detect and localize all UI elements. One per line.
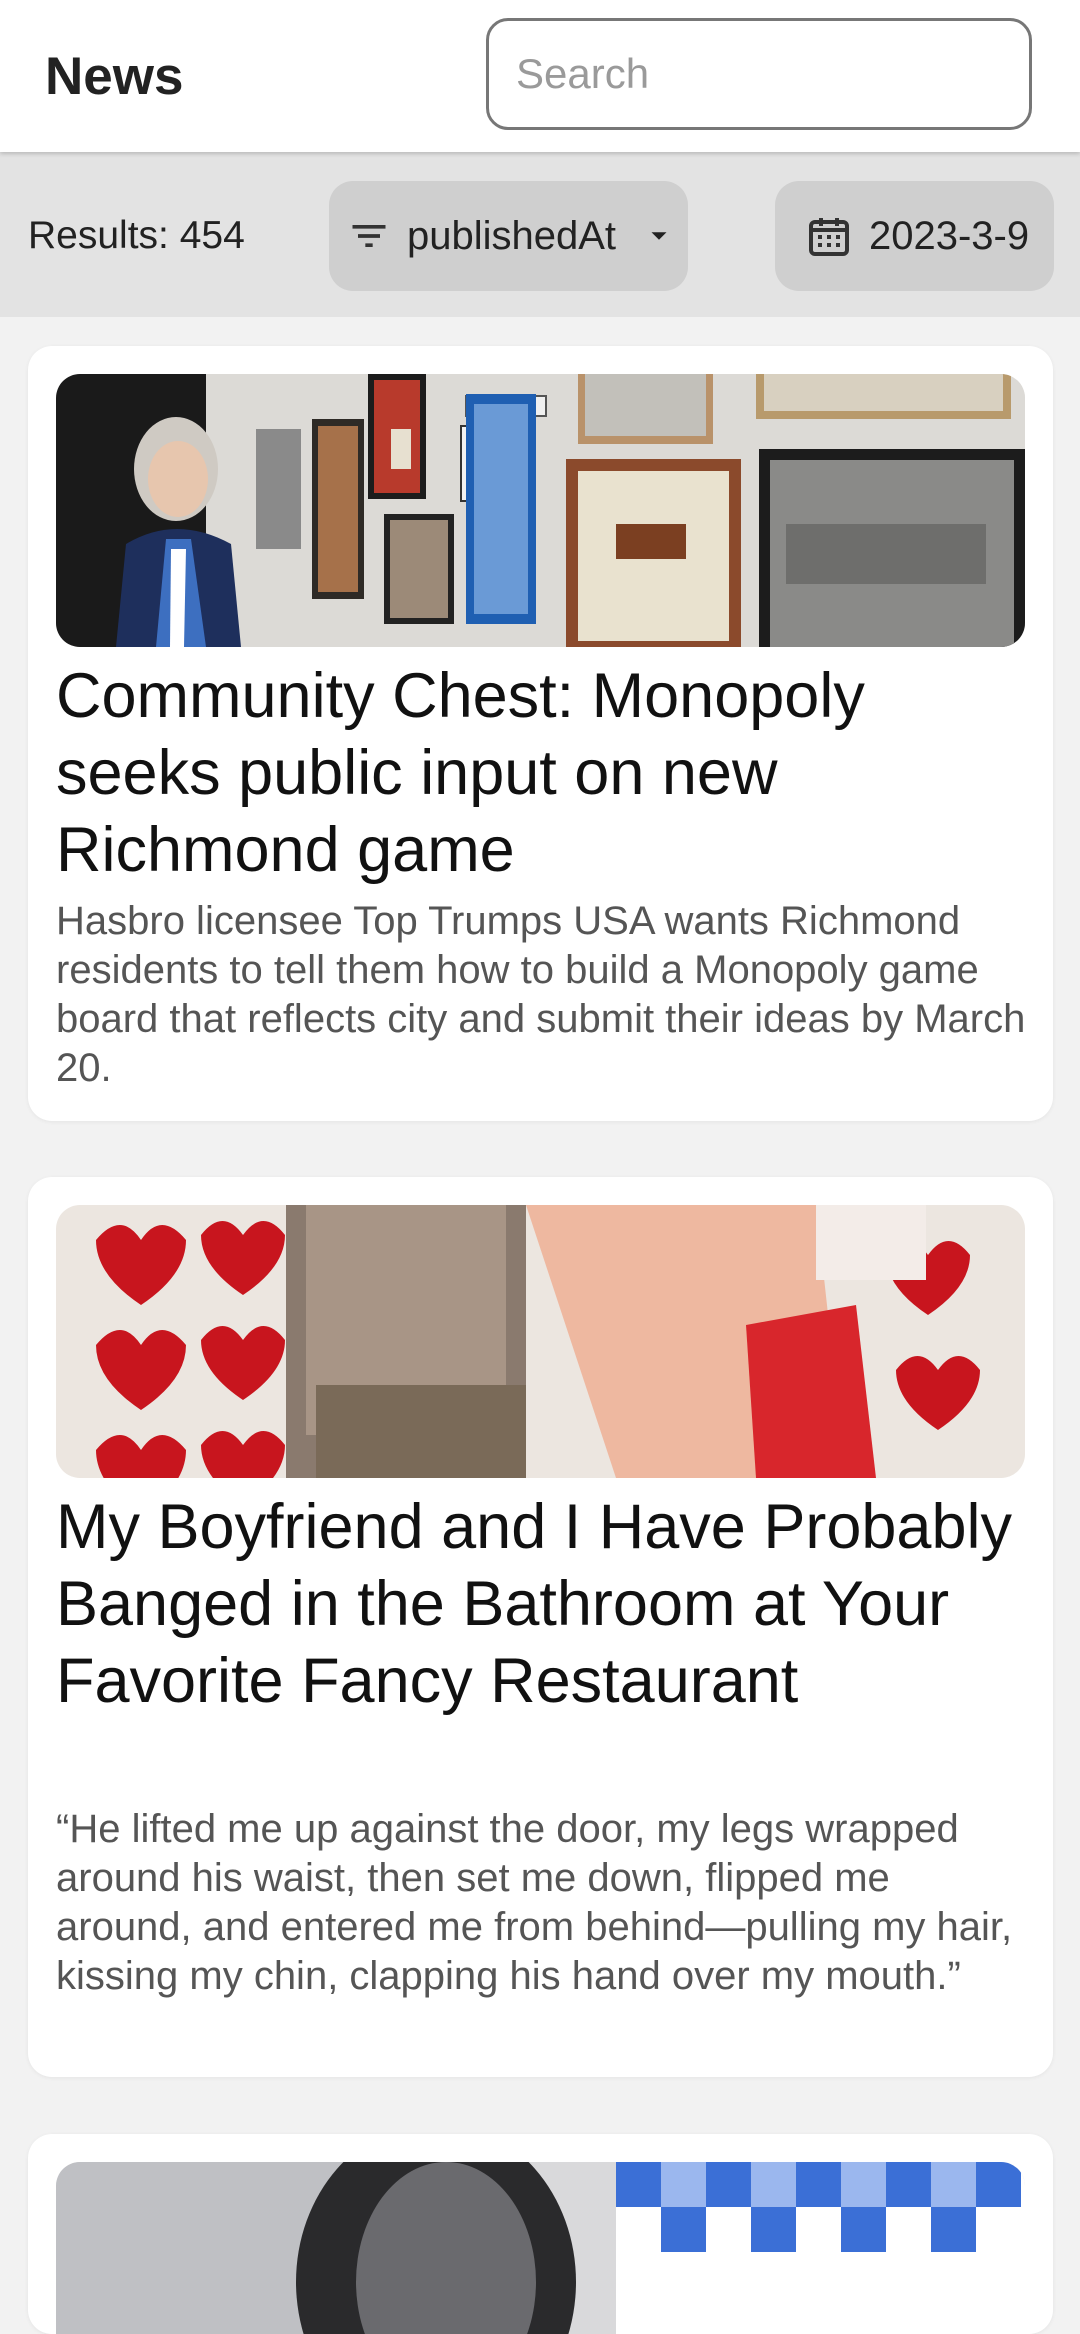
sort-dropdown-button[interactable]: publishedAt xyxy=(329,181,688,291)
filter-bar: Results: 454 publishedAt 2023-3-9 xyxy=(0,152,1080,317)
article-image xyxy=(56,374,1025,647)
app-bar: News xyxy=(0,0,1080,152)
article-description: Hasbro licensee Top Trumps USA wants Ric… xyxy=(56,899,1026,1090)
article-title: My Boyfriend and I Have Probably Banged … xyxy=(56,1492,1012,1716)
article-card[interactable]: Community Chest: Monopoly seeks public i… xyxy=(28,346,1053,1121)
article-card[interactable] xyxy=(28,2134,1053,2334)
article-image xyxy=(56,2162,1025,2334)
article-card[interactable]: My Boyfriend and I Have Probably Banged … xyxy=(28,1177,1053,2077)
search-field[interactable] xyxy=(486,18,1032,130)
app-title: News xyxy=(45,47,184,106)
date-label: 2023-3-9 xyxy=(869,213,1030,258)
date-picker-button[interactable]: 2023-3-9 xyxy=(775,181,1054,291)
results-count: Results: 454 xyxy=(28,214,245,257)
article-description: “He lifted me up against the door, my le… xyxy=(56,1807,1013,1998)
calendar-icon xyxy=(805,212,853,260)
sort-label: publishedAt xyxy=(407,213,617,258)
article-image xyxy=(56,1205,1025,1478)
article-title: Community Chest: Monopoly seeks public i… xyxy=(56,661,865,885)
arrow-drop-down-icon xyxy=(644,221,674,251)
filter-list-icon xyxy=(347,214,391,258)
search-input[interactable] xyxy=(514,49,998,99)
